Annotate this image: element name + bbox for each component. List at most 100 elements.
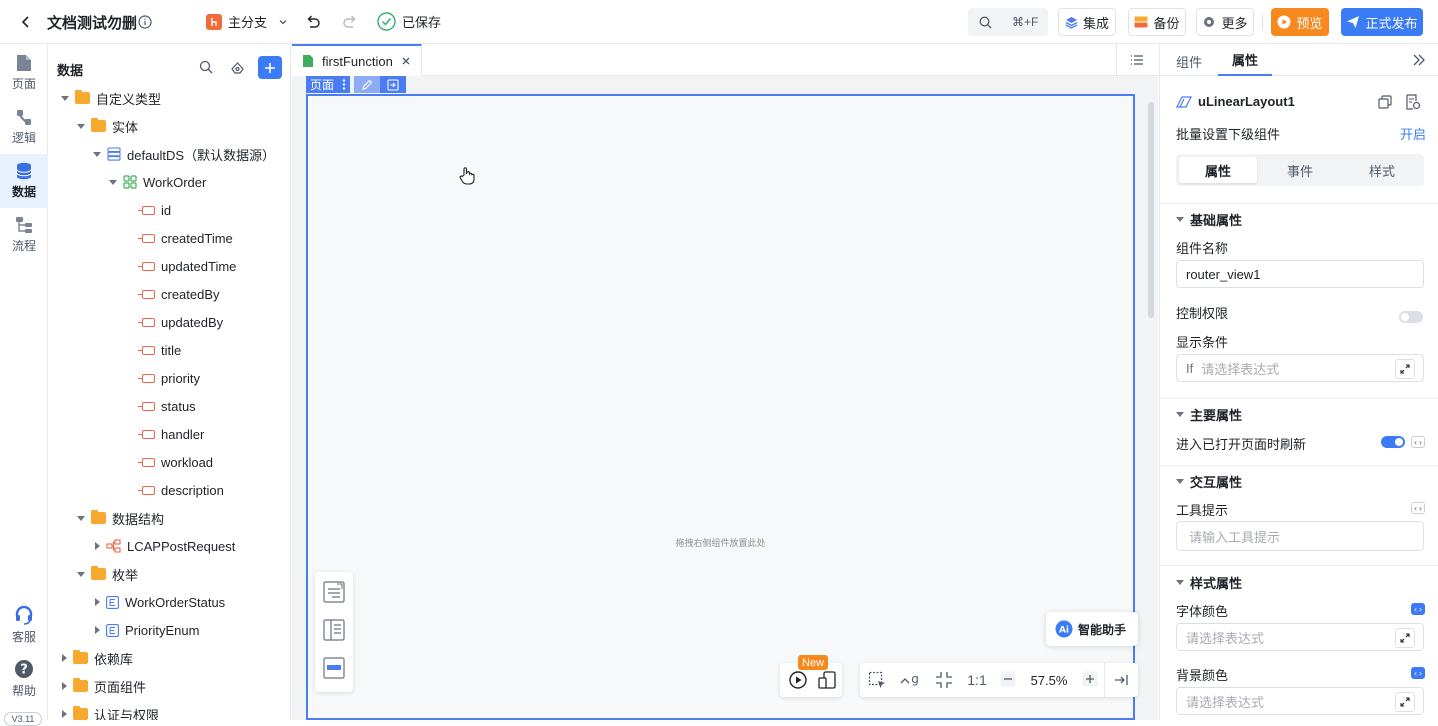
exit-icon[interactable] [380, 76, 407, 93]
page-canvas[interactable]: 拖拽右侧组件放置此处 Ai 智能助手 New g 1:1 57.5% [306, 94, 1138, 720]
import-icon[interactable] [230, 60, 245, 75]
section-style[interactable]: 样式属性 [1176, 573, 1242, 592]
tree-node-data-structure[interactable]: 数据结构 [77, 504, 164, 532]
info-icon[interactable] [138, 15, 152, 29]
tab-components[interactable]: 组件 [1176, 52, 1202, 71]
tree-field-workload[interactable]: workload [138, 448, 213, 476]
caret-right-icon[interactable] [95, 598, 100, 606]
caret-right-icon[interactable] [62, 710, 67, 718]
caret-right-icon[interactable] [95, 542, 100, 550]
edit-icon[interactable] [354, 76, 381, 93]
nav-item-service[interactable]: 客服 [0, 598, 48, 652]
select-area-icon[interactable] [868, 671, 886, 689]
tree-node-auth[interactable]: 认证与权限 [62, 700, 159, 720]
page-selection-tag[interactable]: 页面 [306, 76, 407, 93]
backup-button[interactable]: 备份 [1128, 8, 1186, 36]
tree-field-description[interactable]: description [138, 476, 224, 504]
caret-right-icon[interactable] [95, 626, 100, 634]
outline-list-icon[interactable] [1130, 53, 1144, 67]
tree-field-updatedtime[interactable]: updatedTime [138, 252, 236, 280]
search-icon[interactable] [199, 60, 213, 74]
expand-icon[interactable] [1395, 359, 1415, 379]
tree-field-id[interactable]: id [138, 196, 171, 224]
caret-right-icon[interactable] [62, 682, 67, 690]
device-icon[interactable] [818, 671, 836, 689]
zoom-in-icon[interactable] [1082, 671, 1098, 687]
branch-selector[interactable]: 主分支 [206, 12, 289, 31]
nav-item-help[interactable]: ? 帮助 [0, 652, 48, 706]
component-name-input[interactable]: router_view1 [1176, 260, 1424, 288]
code-bind-icon[interactable]: ‹› [1411, 502, 1425, 514]
tree-field-title[interactable]: title [138, 336, 181, 364]
tree-field-status[interactable]: status [138, 392, 196, 420]
integrate-button[interactable]: 集成 [1058, 8, 1116, 36]
nav-item-data[interactable]: 数据 [0, 154, 48, 208]
nav-item-page[interactable]: 页面 [0, 46, 48, 100]
caret-down-icon[interactable] [93, 151, 101, 157]
tab-firstfunction[interactable]: firstFunction [292, 44, 422, 76]
permission-toggle[interactable] [1399, 311, 1423, 323]
subtab-styles[interactable]: 样式 [1343, 157, 1421, 183]
section-basic[interactable]: 基础属性 [1176, 210, 1242, 229]
close-icon[interactable] [401, 56, 411, 66]
collapse-icon[interactable] [935, 671, 953, 689]
section-interaction[interactable]: 交互属性 [1176, 472, 1242, 491]
double-chevron-right-icon[interactable] [1412, 53, 1426, 67]
tree-node-datasource[interactable]: defaultDS（默认数据源） [93, 140, 275, 168]
search-button[interactable]: ⌘+F [968, 8, 1048, 36]
tree-field-createdtime[interactable]: createdTime [138, 224, 233, 252]
expand-icon[interactable] [1395, 692, 1415, 712]
tree-node-enum[interactable]: 枚举 [77, 560, 138, 588]
tree-field-priority[interactable]: priority [138, 364, 200, 392]
tree-field-updatedby[interactable]: updatedBy [138, 308, 223, 336]
more-vertical-icon[interactable] [342, 79, 346, 90]
code-bind-icon[interactable]: ‹› [1411, 603, 1425, 615]
tab-properties[interactable]: 属性 [1218, 44, 1272, 76]
ratio-button[interactable]: 1:1 [962, 669, 992, 691]
tree-node-workorder[interactable]: WorkOrder [109, 168, 206, 196]
back-icon[interactable] [18, 14, 34, 30]
preview-button[interactable]: 预览 [1271, 8, 1329, 36]
form-input-icon[interactable] [323, 657, 345, 679]
spacing-icon[interactable]: g [900, 671, 922, 689]
tree-node-priorityenum[interactable]: PriorityEnum [95, 616, 199, 644]
add-button[interactable] [258, 56, 282, 79]
tree-field-createdby[interactable]: createdBy [138, 280, 220, 308]
doc-settings-icon[interactable] [1405, 94, 1421, 110]
caret-down-icon[interactable] [109, 179, 117, 185]
subtab-events[interactable]: 事件 [1261, 157, 1339, 183]
tree-node-entity[interactable]: 实体 [77, 112, 138, 140]
display-condition-input[interactable]: If 请选择表达式 [1176, 354, 1424, 382]
publish-button[interactable]: 正式发布 [1341, 8, 1423, 36]
section-main[interactable]: 主要属性 [1176, 405, 1242, 424]
undo-icon[interactable] [304, 13, 322, 31]
refresh-toggle[interactable] [1381, 436, 1405, 448]
tree-node-page-components[interactable]: 页面组件 [62, 672, 146, 700]
nav-item-process[interactable]: 流程 [0, 208, 48, 262]
collapse-right-icon[interactable] [1113, 672, 1129, 688]
caret-down-icon[interactable] [77, 571, 85, 577]
code-bind-icon[interactable]: ‹› [1411, 436, 1425, 448]
subtab-properties[interactable]: 属性 [1179, 157, 1257, 183]
layout-icon[interactable] [323, 619, 345, 641]
caret-down-icon[interactable] [77, 515, 85, 521]
tree-node-workorderstatus[interactable]: WorkOrderStatus [95, 588, 225, 616]
text-block-icon[interactable] [323, 581, 345, 603]
tree-field-handler[interactable]: handler [138, 420, 204, 448]
caret-down-icon[interactable] [61, 95, 69, 101]
tree-node-lcappostrequest[interactable]: LCAPPostRequest [95, 532, 235, 560]
redo-icon[interactable] [341, 13, 359, 31]
caret-right-icon[interactable] [62, 654, 67, 662]
ai-assistant-button[interactable]: Ai 智能助手 [1046, 612, 1138, 646]
zoom-out-icon[interactable] [1000, 671, 1016, 687]
code-bind-icon[interactable]: ‹› [1411, 667, 1425, 679]
tree-node-dependencies[interactable]: 依赖库 [62, 644, 133, 672]
expand-icon[interactable] [1395, 628, 1415, 648]
more-button[interactable]: 更多 [1196, 8, 1254, 36]
copy-icon[interactable] [1378, 95, 1392, 109]
tree-node-custom-types[interactable]: 自定义类型 [61, 84, 161, 112]
bg-color-input[interactable]: 请选择表达式 [1176, 687, 1424, 715]
canvas-scrollbar[interactable] [1148, 102, 1154, 318]
batch-enable-link[interactable]: 开启 [1400, 124, 1426, 143]
caret-down-icon[interactable] [77, 123, 85, 129]
